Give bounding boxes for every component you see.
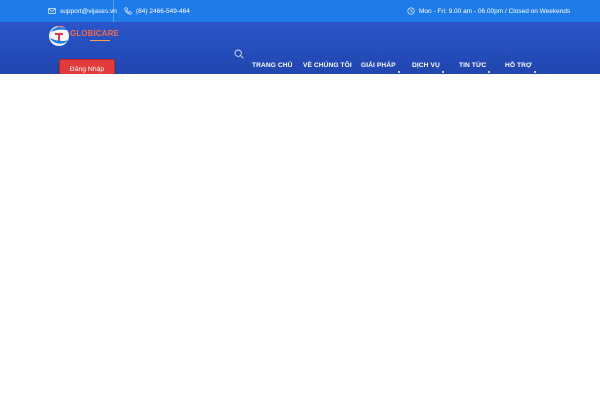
main-header: GLOBICARE Đăng Nhập TRANG CHỦ VỀ CHÚNG T…: [0, 22, 600, 79]
logo-underline: [90, 40, 110, 41]
dropdown-indicator-icon: [533, 71, 536, 73]
nav-item-news-label: TIN TỨC: [459, 62, 487, 69]
logo-wordmark: GLOBICARE: [70, 29, 119, 41]
top-contact-bar: support@vijases.vn (84) 2466-549-464 Mon…: [0, 0, 600, 22]
dropdown-indicator-icon: [488, 71, 491, 73]
opening-hours: Mon - Fri: 9.00 am - 06.00pm / Closed on…: [407, 0, 570, 22]
nav-item-support-label: HỖ TRỢ: [505, 62, 532, 69]
dropdown-indicator-icon: [397, 71, 400, 73]
nav-item-services[interactable]: DỊCH VỤ: [412, 62, 444, 73]
opening-hours-text: Mon - Fri: 9.00 am - 06.00pm / Closed on…: [419, 7, 571, 15]
envelope-icon: [48, 7, 56, 15]
globicare-logo-icon: [46, 23, 74, 47]
site-logo[interactable]: GLOBICARE: [46, 23, 119, 47]
main-content-area: [0, 74, 600, 400]
nav-item-solutions[interactable]: GIẢI PHÁP: [361, 62, 400, 73]
nav-item-support[interactable]: HỖ TRỢ: [505, 62, 536, 73]
contact-email-text: support@vijases.vn: [60, 7, 117, 15]
nav-item-news[interactable]: TIN TỨC: [459, 62, 491, 73]
nav-item-solutions-label: GIẢI PHÁP: [361, 62, 396, 69]
topbar-divider: [113, 0, 114, 22]
nav-item-services-label: DỊCH VỤ: [412, 62, 440, 69]
nav-item-home[interactable]: TRANG CHỦ: [252, 62, 292, 69]
search-icon[interactable]: [234, 49, 244, 59]
phone-icon: [124, 7, 132, 15]
dropdown-indicator-icon: [441, 71, 444, 73]
contact-email[interactable]: support@vijases.vn: [48, 0, 117, 22]
nav-item-about[interactable]: VỀ CHÚNG TÔI: [303, 62, 352, 69]
contact-phone[interactable]: (84) 2466-549-464: [124, 0, 190, 22]
page: support@vijases.vn (84) 2466-549-464 Mon…: [0, 0, 600, 400]
contact-phone-text: (84) 2466-549-464: [136, 7, 190, 15]
clock-icon: [407, 7, 415, 15]
logo-name: GLOBICARE: [70, 29, 119, 38]
